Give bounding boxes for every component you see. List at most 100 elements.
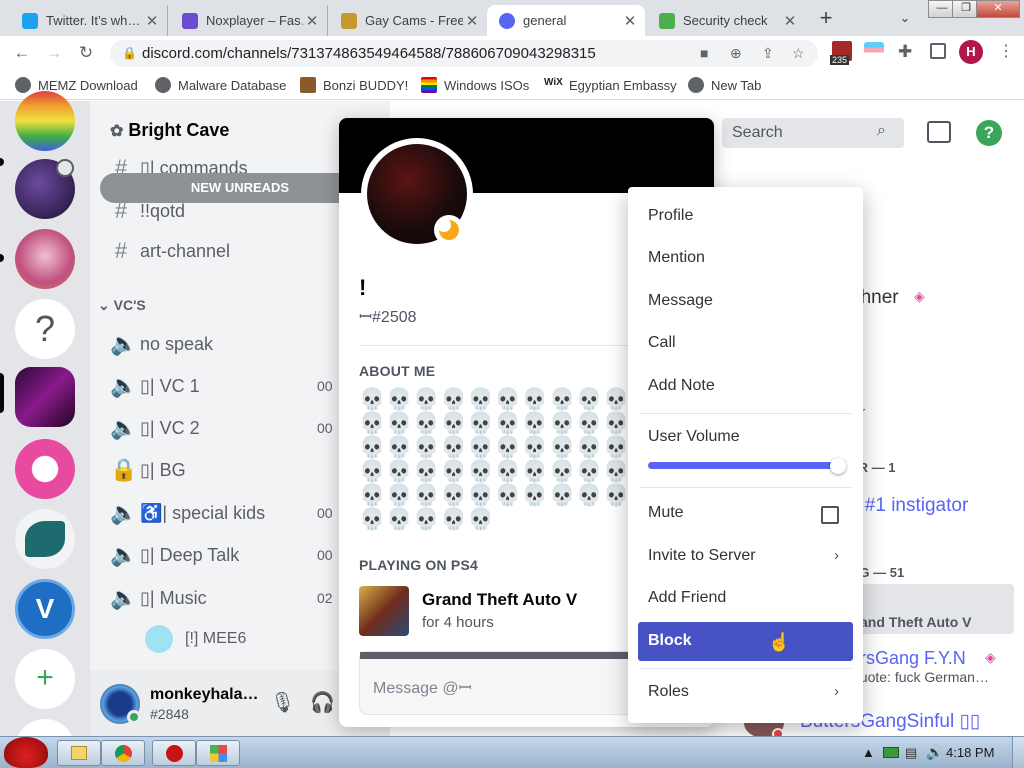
taskbar-explorer[interactable] — [57, 740, 101, 766]
zoom-icon[interactable]: ⊕ — [730, 40, 742, 67]
menu-item-message[interactable]: Message — [638, 286, 853, 320]
sidepanel-icon[interactable] — [930, 43, 946, 59]
member-activity: and Theft Auto V — [860, 614, 972, 630]
close-icon[interactable]: ✕ — [303, 12, 321, 30]
volume-slider-track[interactable] — [648, 462, 838, 469]
site-icon — [341, 12, 357, 29]
bookmark-item[interactable]: MEMZ Download — [15, 76, 138, 94]
close-window-button[interactable]: ✕ — [976, 0, 1020, 18]
search-input[interactable]: Search ⌕ — [722, 118, 904, 148]
show-desktop-button[interactable] — [1012, 737, 1024, 768]
forward-icon[interactable]: → — [42, 42, 66, 64]
profile-tag: ꟷ#2508 — [359, 309, 417, 326]
close-icon[interactable]: ✕ — [781, 12, 799, 30]
battery-icon[interactable] — [883, 747, 899, 758]
voice-channel[interactable]: 🔈 ▯| VC 2 00 — [110, 413, 333, 443]
microphone-icon[interactable]: 🎙 — [270, 690, 295, 715]
headphones-icon[interactable]: 🎧 — [310, 690, 335, 715]
menu-item-add-friend[interactable]: Add Friend — [638, 583, 853, 617]
voice-channel[interactable]: 🔈 ▯| VC 1 00 — [110, 371, 333, 401]
menu-kebab-icon[interactable]: ⋮ — [998, 41, 1014, 61]
close-icon[interactable]: ✕ — [621, 12, 639, 30]
bookmark-label: Egyptian Embassy — [569, 77, 677, 93]
help-icon[interactable]: ? — [976, 120, 1002, 146]
clock-time[interactable]: 4:18 PM — [946, 745, 994, 760]
channel-art[interactable]: # art-channel — [110, 236, 230, 266]
menu-item-add-note[interactable]: Add Note — [638, 371, 853, 405]
voice-channel[interactable]: 🔈 no speak — [110, 329, 213, 359]
menu-item-mention[interactable]: Mention — [638, 243, 853, 277]
bookmark-item[interactable]: Windows ISOs — [421, 76, 529, 94]
back-icon[interactable]: ← — [10, 42, 34, 64]
bookmark-item[interactable]: WiX Egyptian Embassy — [544, 76, 677, 94]
member-name[interactable]: ersGang F.Y.N — [850, 648, 966, 669]
user-count: 00 — [317, 505, 333, 521]
category-vcs[interactable]: ⌄ VC'S — [98, 297, 146, 314]
menu-label: Block — [648, 632, 692, 649]
menu-item-invite[interactable]: Invite to Server › — [638, 541, 853, 575]
wix-icon: WiX — [544, 77, 563, 88]
menu-item-call[interactable]: Call — [638, 328, 853, 362]
address-bar[interactable]: 🔒 discord.com/channels/73137486354946458… — [110, 40, 818, 67]
flag-extension-icon[interactable] — [864, 42, 884, 58]
menu-item-block[interactable]: Block ☝ — [638, 622, 853, 661]
voice-channel[interactable]: 🔈 ▯| Music 02 — [110, 583, 333, 613]
close-icon[interactable]: ✕ — [143, 12, 161, 30]
server-icon[interactable] — [15, 91, 75, 151]
start-button[interactable] — [4, 737, 48, 768]
tab-noxplayer[interactable]: Noxplayer – Fas… ✕ — [170, 5, 328, 36]
taskbar-app[interactable] — [196, 740, 240, 766]
member-status: quote: fuck German… — [852, 669, 989, 685]
channel-name: art-channel — [140, 240, 231, 261]
new-tab-button[interactable]: + — [812, 4, 840, 32]
message-input[interactable]: Message @ꟷ — [359, 651, 650, 715]
server-icon[interactable] — [15, 439, 75, 499]
add-server-button[interactable]: + — [15, 649, 75, 709]
member-name[interactable]: s #1 instigator — [850, 495, 968, 517]
server-icon[interactable] — [15, 509, 75, 569]
server-icon[interactable] — [15, 367, 75, 427]
channel-name: ▯| Deep Talk — [140, 544, 240, 565]
channel-qotd[interactable]: # !!qotd — [110, 196, 185, 226]
voice-channel[interactable]: 🔈 ♿| special kids 00 — [110, 498, 333, 528]
puzzle-icon[interactable]: ✚ — [898, 42, 912, 62]
star-icon[interactable]: ☆ — [792, 40, 805, 67]
menu-item-profile[interactable]: Profile — [638, 201, 853, 235]
game-title: Grand Theft Auto V — [422, 590, 578, 609]
tab-security-check[interactable]: Security check ✕ — [647, 5, 805, 36]
volume-icon[interactable]: 🔊 — [926, 744, 943, 761]
tab-search-chevron-icon[interactable]: ⌄ — [893, 6, 917, 30]
profile-avatar[interactable]: H — [959, 40, 983, 64]
close-icon[interactable]: ✕ — [463, 12, 481, 30]
twitter-icon — [22, 12, 38, 29]
speaker-icon: 🔈 — [110, 415, 138, 440]
checkbox[interactable] — [821, 506, 839, 524]
bookmark-item[interactable]: Bonzi BUDDY! — [300, 76, 408, 94]
camera-icon[interactable]: ■ — [700, 40, 708, 67]
voice-channel[interactable]: 🔈 ▯| Deep Talk 00 — [110, 540, 333, 570]
taskbar-chrome[interactable] — [101, 740, 145, 766]
tab-site[interactable]: Gay Cams - Free ✕ — [329, 5, 487, 36]
help-server-icon[interactable]: ? — [15, 299, 75, 359]
speaker-icon: 🔈 — [110, 542, 138, 567]
server-icon[interactable]: V — [15, 579, 75, 639]
menu-item-mute[interactable]: Mute — [638, 498, 853, 532]
reload-icon[interactable]: ↻ — [74, 42, 98, 64]
show-hidden-icons[interactable]: ▲ — [862, 745, 875, 760]
tab-twitter[interactable]: Twitter. It’s wh… ✕ — [10, 5, 168, 36]
bookmarks-bar: MEMZ Download Malware Database Bonzi BUD… — [0, 70, 1024, 100]
tab-discord-general[interactable]: general ✕ — [487, 5, 645, 36]
browser-tab-strip: Twitter. It’s wh… ✕ Noxplayer – Fas… ✕ G… — [0, 0, 1024, 36]
server-icon[interactable] — [15, 229, 75, 289]
voice-channel[interactable]: 🔒 ▯| BG — [110, 455, 186, 485]
network-icon[interactable]: ▤ — [905, 745, 917, 761]
inbox-icon[interactable] — [927, 121, 951, 143]
bookmark-item[interactable]: New Tab — [688, 76, 761, 94]
bookmark-item[interactable]: Malware Database — [155, 76, 286, 94]
share-icon[interactable]: ⇪ — [762, 40, 774, 67]
taskbar-app[interactable] — [152, 740, 196, 766]
volume-slider-handle[interactable] — [830, 458, 846, 474]
about-me-text: 💀💀💀💀💀💀💀💀💀💀💀💀💀💀💀💀💀💀💀💀💀💀💀💀💀💀💀💀💀💀💀💀💀💀💀💀💀💀💀💀… — [359, 388, 658, 531]
voice-member[interactable]: [!] MEE6 — [145, 624, 246, 654]
menu-item-roles[interactable]: Roles › — [638, 677, 853, 711]
